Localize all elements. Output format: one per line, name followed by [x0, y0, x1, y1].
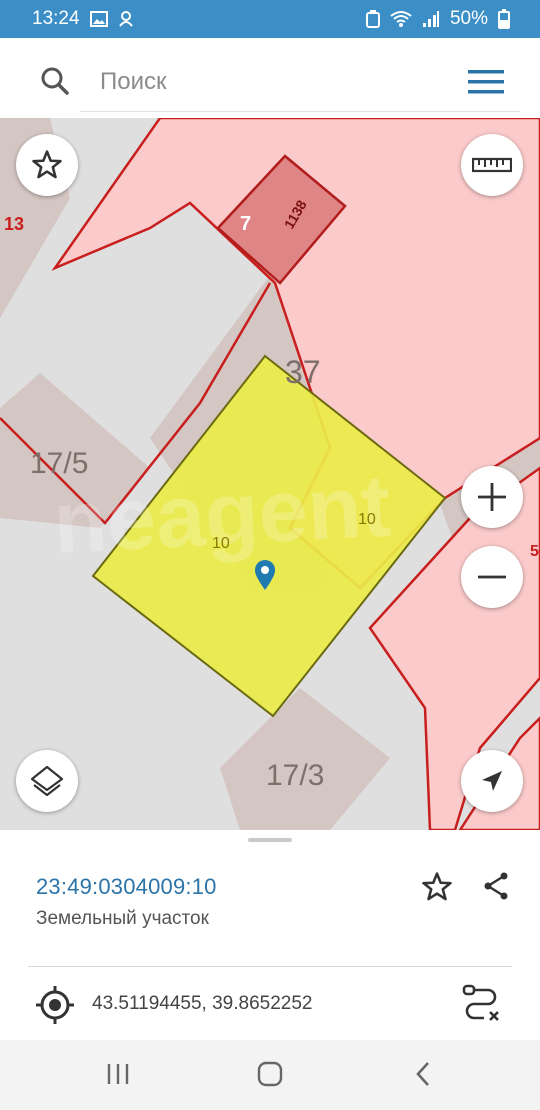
ruler-button[interactable]	[461, 134, 523, 196]
search-bar[interactable]: Поиск	[8, 46, 532, 112]
label-plot-5: 5	[530, 543, 539, 560]
parcel-type: Земельный участок	[36, 908, 209, 929]
notification-icon	[118, 11, 133, 27]
my-location-button[interactable]	[461, 750, 523, 812]
system-nav-bar	[0, 1040, 540, 1110]
plus-icon	[478, 483, 506, 511]
sheet-drag-handle[interactable]	[248, 838, 292, 842]
search-input[interactable]: Поиск	[100, 68, 167, 96]
star-icon	[32, 150, 62, 179]
label-plot-7: 7	[240, 213, 251, 235]
label-plot-17-3: 17/3	[266, 759, 324, 792]
recent-apps-icon[interactable]	[104, 1060, 132, 1088]
layers-icon	[30, 765, 64, 797]
share-icon[interactable]	[480, 870, 512, 902]
parcel-info-sheet: 23:49:0304009:10 Земельный участок 43.51…	[0, 830, 540, 1040]
label-plot-13: 13	[4, 214, 24, 234]
search-header: Поиск	[0, 38, 540, 118]
zoom-in-button[interactable]	[461, 466, 523, 528]
label-edge-right: 10	[358, 511, 376, 528]
coordinates-text[interactable]: 43.51194455, 39.8652252	[92, 993, 312, 1015]
ruler-icon	[472, 157, 512, 173]
star-icon[interactable]	[420, 870, 454, 904]
hamburger-menu-icon[interactable]	[468, 68, 504, 96]
layers-button[interactable]	[16, 750, 78, 812]
image-icon	[89, 11, 108, 27]
search-icon[interactable]	[40, 66, 70, 96]
battery-saver-icon	[365, 10, 380, 28]
search-underline	[80, 111, 520, 112]
home-icon[interactable]	[256, 1060, 284, 1088]
label-plot-17-5: 17/5	[30, 447, 88, 480]
map-watermark: neagent	[51, 455, 393, 572]
cadastral-number[interactable]: 23:49:0304009:10	[36, 874, 217, 900]
clock: 13:24	[32, 8, 80, 29]
zoom-out-button[interactable]	[461, 546, 523, 608]
sheet-divider	[28, 966, 512, 967]
status-bar: 13:24 50%	[0, 0, 540, 38]
navigation-arrow-icon	[482, 771, 502, 791]
battery-icon	[498, 9, 510, 29]
signal-icon	[422, 11, 439, 27]
wifi-icon	[390, 11, 412, 27]
gps-target-icon	[36, 986, 74, 1024]
minus-icon	[478, 575, 506, 579]
label-edge-left: 10	[212, 535, 230, 552]
battery-percent: 50%	[449, 8, 488, 29]
map-view[interactable]: neagent 13 7 1138 37 17/5 17/3 5 10 10	[0, 118, 540, 830]
back-icon[interactable]	[410, 1060, 438, 1088]
favorites-button[interactable]	[16, 134, 78, 196]
route-clear-icon[interactable]	[460, 982, 504, 1026]
label-plot-37: 37	[285, 354, 321, 390]
